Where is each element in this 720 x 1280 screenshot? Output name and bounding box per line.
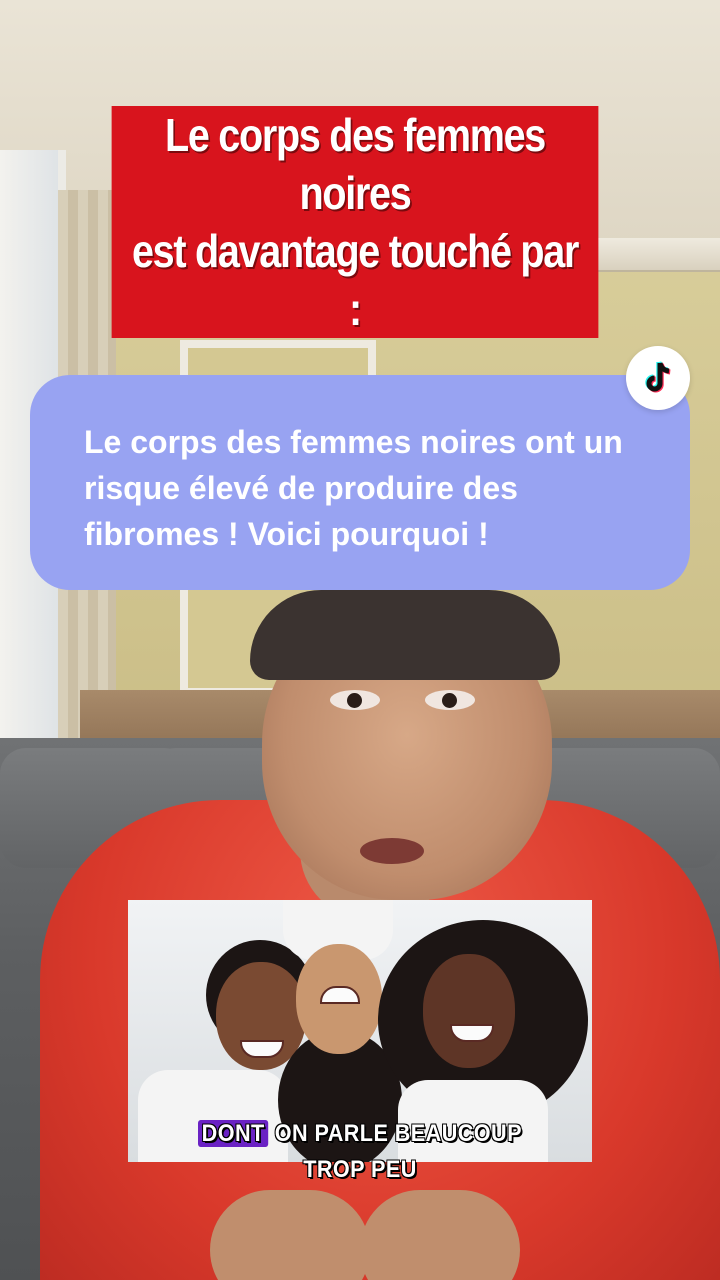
headline-overlay: Le corps des femmes noires est davantage… (111, 106, 599, 338)
person-hair (250, 590, 560, 680)
headline-line-1: Le corps des femmes noires (111, 106, 599, 222)
caption-text: ON PARLE BEAUCOUP (268, 1120, 522, 1147)
caption-line-2: TROP PEU (303, 1156, 417, 1183)
comment-text: Le corps des femmes noires ont un risque… (84, 424, 623, 552)
person-mouth (360, 838, 424, 864)
woman-right-face (423, 954, 515, 1068)
person-eye (425, 690, 475, 710)
woman-center-smile (320, 986, 360, 1004)
caption-highlight-word: DONT (198, 1120, 269, 1147)
tiktok-icon (645, 361, 671, 393)
headline-line-2: est davantage touché par : (111, 222, 599, 338)
comment-reply-bubble[interactable]: Le corps des femmes noires ont un risque… (30, 375, 690, 590)
person-hand (360, 1190, 520, 1280)
person-hand (210, 1190, 370, 1280)
tiktok-badge (626, 346, 690, 410)
subtitle-caption: DONT ON PARLE BEAUCOUP TROP PEU (162, 1116, 558, 1188)
person-eye (330, 690, 380, 710)
